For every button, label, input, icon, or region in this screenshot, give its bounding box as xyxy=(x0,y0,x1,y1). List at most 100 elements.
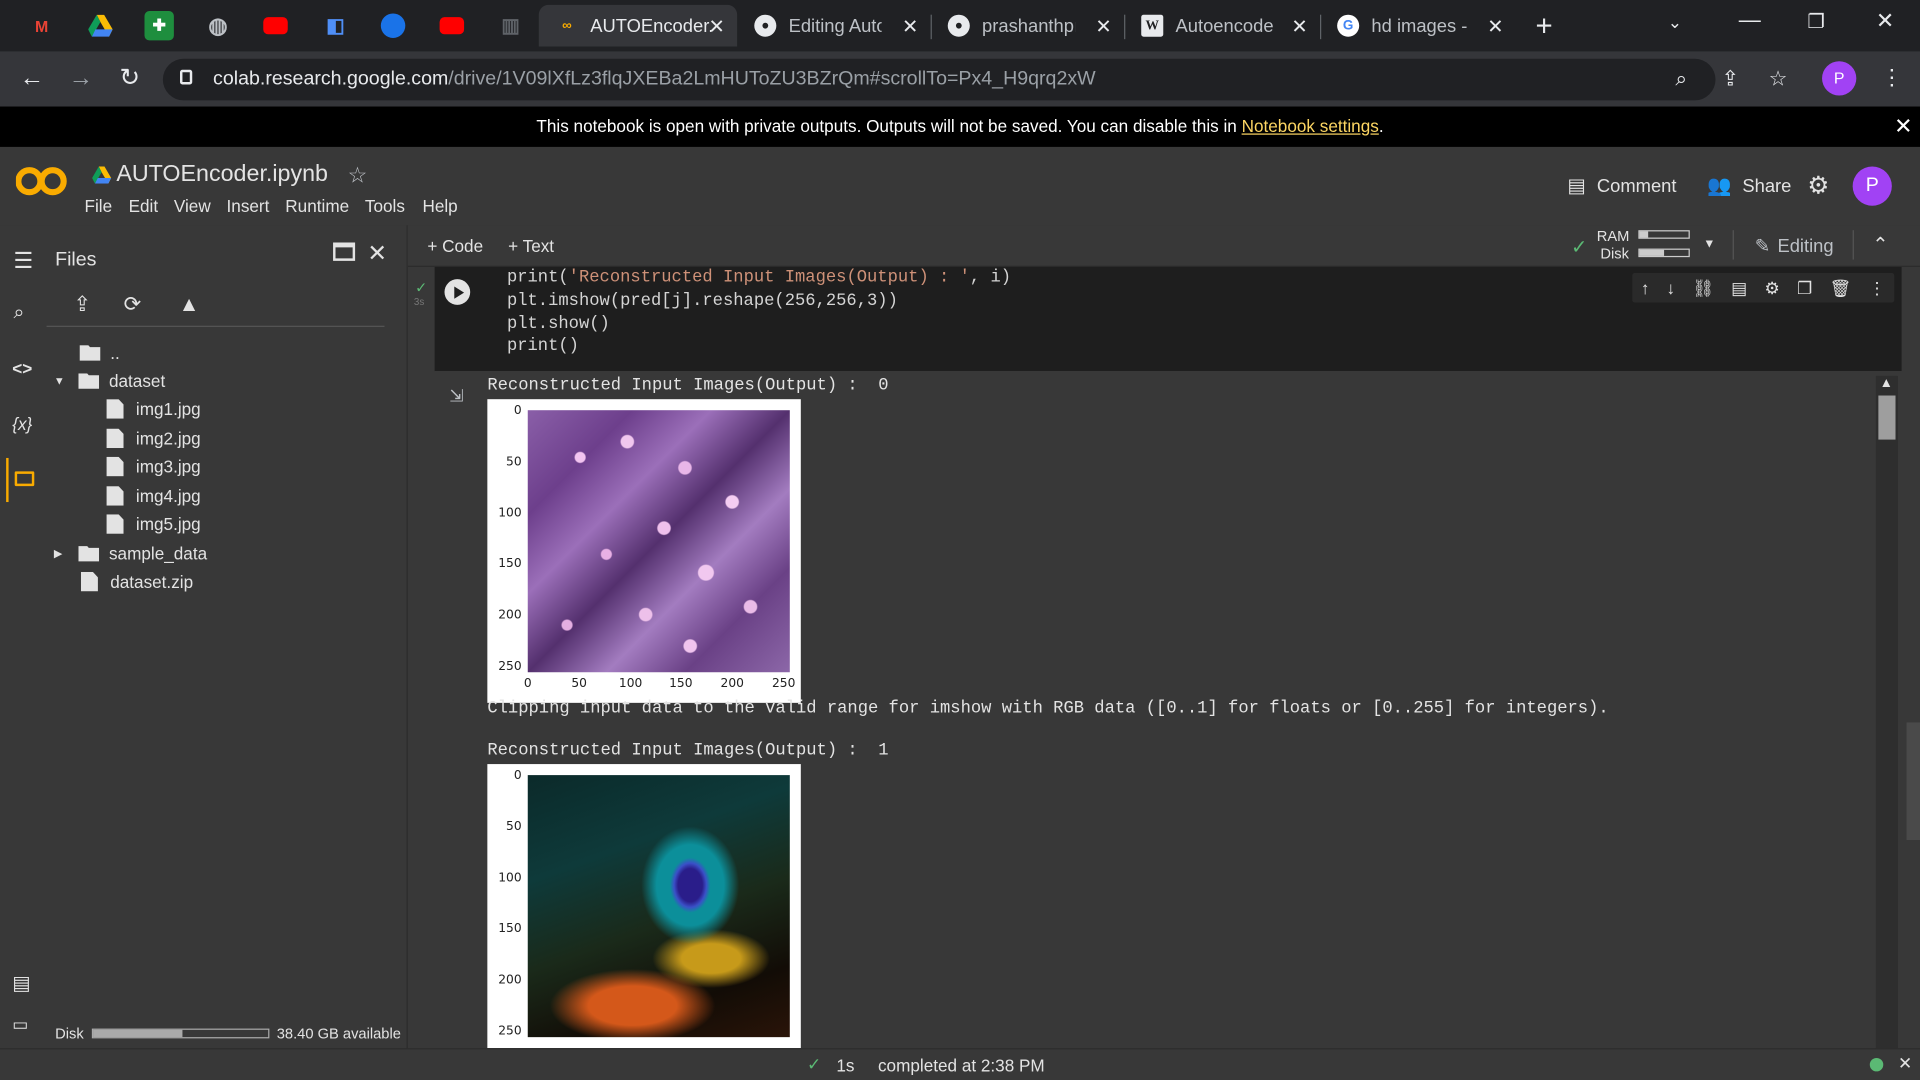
link-icon[interactable]: ⛓ xyxy=(1692,277,1714,298)
star-icon[interactable]: ☆ xyxy=(348,162,368,188)
menu-view[interactable]: View xyxy=(174,196,211,216)
open-in-tab-icon[interactable] xyxy=(333,242,356,261)
move-down-icon[interactable]: ↓ xyxy=(1667,278,1676,298)
output-scrollbar[interactable]: ▲ xyxy=(1875,375,1898,1049)
share-page-icon[interactable]: ⇪ xyxy=(1718,67,1742,91)
private-outputs-banner: This notebook is open with private outpu… xyxy=(0,106,1920,147)
tab-editing-autoencoder[interactable]: ● Editing AutoEncoder ✕ xyxy=(737,5,930,47)
output-menu-icon[interactable]: ⇲ xyxy=(449,386,463,407)
browser-menu-icon[interactable]: ⋮ xyxy=(1881,65,1903,91)
browser-profile-avatar[interactable]: P xyxy=(1822,61,1857,96)
add-code-button[interactable]: + Code xyxy=(427,236,483,256)
menu-runtime[interactable]: Runtime xyxy=(285,196,349,216)
tab-wikipedia[interactable]: W Autoencoder - Wikipedia ✕ xyxy=(1124,5,1320,47)
close-icon[interactable]: ✕ xyxy=(1095,15,1111,39)
table-of-contents-icon[interactable]: ☰ xyxy=(13,249,33,275)
cell-toolbar: ↑ ↓ ⛓ ▤ ⚙ ❐ 🗑 ⋮ xyxy=(1632,273,1895,303)
forward-arrow-icon[interactable]: → xyxy=(66,64,95,93)
file-item[interactable]: img1.jpg xyxy=(106,397,201,421)
new-tab-plus-icon[interactable]: + xyxy=(1536,10,1553,44)
comment-cell-icon[interactable]: ▤ xyxy=(1731,277,1747,298)
tab-google-search[interactable]: G hd images - Google Search ✕ xyxy=(1320,5,1516,47)
youtube-pinned-tab-icon-2[interactable] xyxy=(437,11,466,40)
menu-edit[interactable]: Edit xyxy=(129,196,159,216)
close-icon[interactable]: ✕ xyxy=(708,15,724,39)
minimize-icon[interactable]: — xyxy=(1739,7,1761,33)
code-snippets-icon[interactable]: <> xyxy=(12,359,32,379)
status-close-icon[interactable]: ✕ xyxy=(1898,1053,1912,1074)
upload-file-icon[interactable]: ⇪ xyxy=(73,293,90,317)
variables-icon[interactable]: {x} xyxy=(12,414,32,434)
command-palette-icon[interactable]: ▤ xyxy=(12,971,31,995)
globe-pinned-tab-icon[interactable]: ◍ xyxy=(203,11,232,40)
youtube-pinned-tab-icon[interactable] xyxy=(261,11,290,40)
folder-item-dataset[interactable]: ▼ dataset xyxy=(54,369,165,393)
share-button[interactable]: 👥 Share xyxy=(1707,174,1791,198)
resources-dropdown-icon[interactable]: ▼ xyxy=(1703,238,1715,251)
settings-gear-icon[interactable]: ⚙ xyxy=(1807,170,1829,201)
colab-logo-icon[interactable] xyxy=(15,164,67,198)
tab-github-profile[interactable]: ● prashanthprasad ✕ xyxy=(931,5,1124,47)
caret-down-icon[interactable]: ▼ xyxy=(54,375,78,387)
move-up-icon[interactable]: ↑ xyxy=(1641,278,1650,298)
x-tick-label: 100 xyxy=(618,677,643,691)
file-item[interactable]: img3.jpg xyxy=(106,454,201,478)
search-icon[interactable]: ⌕ xyxy=(13,302,24,324)
parent-folder-item[interactable]: .. xyxy=(79,340,120,364)
collapse-header-icon[interactable]: ⌃ xyxy=(1872,233,1888,257)
compass-pinned-tab-icon[interactable] xyxy=(378,11,407,40)
notebook-title[interactable]: AUTOEncoder.ipynb xyxy=(116,162,328,189)
zoom-icon[interactable]: ⌕ xyxy=(1669,67,1693,91)
window-close-icon[interactable]: ✕ xyxy=(1876,9,1894,35)
folder-item-sample-data[interactable]: ▶ sample_data xyxy=(54,541,207,565)
bookmark-star-icon[interactable]: ☆ xyxy=(1766,67,1790,91)
scrollbar-thumb[interactable] xyxy=(1878,395,1896,440)
menu-file[interactable]: File xyxy=(84,196,112,216)
mirror-cell-icon[interactable]: ❐ xyxy=(1797,277,1812,298)
left-icon-rail: ☰ ⌕ <> {x} ▤ ▭ xyxy=(0,225,47,1049)
notebook-settings-link[interactable]: Notebook settings xyxy=(1242,116,1379,136)
add-text-button[interactable]: + Text xyxy=(508,236,554,256)
close-icon[interactable]: ✕ xyxy=(1487,15,1503,39)
tab-search-chevron-icon[interactable]: ⌄ xyxy=(1668,12,1682,33)
reader-pinned-tab-icon[interactable]: ▥ xyxy=(496,11,525,40)
code-cell[interactable]: print('Reconstructed Input Images(Output… xyxy=(434,266,1902,372)
page-scrollbar-thumb[interactable] xyxy=(1906,722,1920,841)
disk-available: 38.40 GB available xyxy=(276,1024,401,1043)
banner-text: This notebook is open with private outpu… xyxy=(536,116,1242,136)
sheets-pinned-tab-icon[interactable]: ✚ xyxy=(144,11,174,41)
user-avatar[interactable]: P xyxy=(1852,166,1892,206)
caret-right-icon[interactable]: ▶ xyxy=(54,547,78,560)
restore-icon[interactable]: ❐ xyxy=(1807,10,1825,34)
comment-button[interactable]: ▤ Comment xyxy=(1567,174,1676,198)
back-arrow-icon[interactable]: ← xyxy=(17,64,46,93)
close-icon[interactable]: ✕ xyxy=(1291,15,1307,39)
tab-autoencoder-notebook[interactable]: ∞ AUTOEncoder.ipynb ✕ xyxy=(538,4,738,47)
menu-help[interactable]: Help xyxy=(422,196,457,216)
reload-icon[interactable]: ↻ xyxy=(115,64,144,93)
cell-settings-icon[interactable]: ⚙ xyxy=(1765,277,1780,298)
file-item[interactable]: img2.jpg xyxy=(106,426,201,450)
close-sidebar-icon[interactable]: ✕ xyxy=(367,240,386,268)
files-folder-icon[interactable] xyxy=(14,471,35,487)
drive-pinned-tab-icon[interactable] xyxy=(86,11,115,40)
file-item[interactable]: img5.jpg xyxy=(106,512,201,536)
menu-tools[interactable]: Tools xyxy=(365,196,405,216)
terminal-icon[interactable]: ▭ xyxy=(12,1014,28,1035)
more-options-icon[interactable]: ⋮ xyxy=(1868,277,1885,298)
url-input[interactable]: colab.research.google.com/drive/1V09lXfL… xyxy=(162,58,1787,101)
run-cell-button[interactable] xyxy=(444,279,471,305)
refresh-folder-icon[interactable]: ⟳ xyxy=(124,293,141,317)
x-tick-label: 250 xyxy=(771,677,796,691)
file-item[interactable]: dataset.zip xyxy=(80,569,193,593)
close-icon[interactable]: ✕ xyxy=(902,15,918,39)
gmail-pinned-tab-icon[interactable]: M xyxy=(27,11,56,40)
banner-close-icon[interactable]: ✕ xyxy=(1894,107,1912,147)
app-pinned-tab-icon[interactable]: ◧ xyxy=(321,11,350,40)
delete-cell-icon[interactable]: 🗑 xyxy=(1830,277,1852,298)
menu-insert[interactable]: Insert xyxy=(227,196,270,216)
file-item[interactable]: img4.jpg xyxy=(106,484,201,508)
editing-mode-button[interactable]: ✎ Editing xyxy=(1755,235,1834,257)
scroll-up-icon[interactable]: ▲ xyxy=(1880,376,1893,391)
mount-drive-icon[interactable]: ▲ xyxy=(179,293,200,317)
